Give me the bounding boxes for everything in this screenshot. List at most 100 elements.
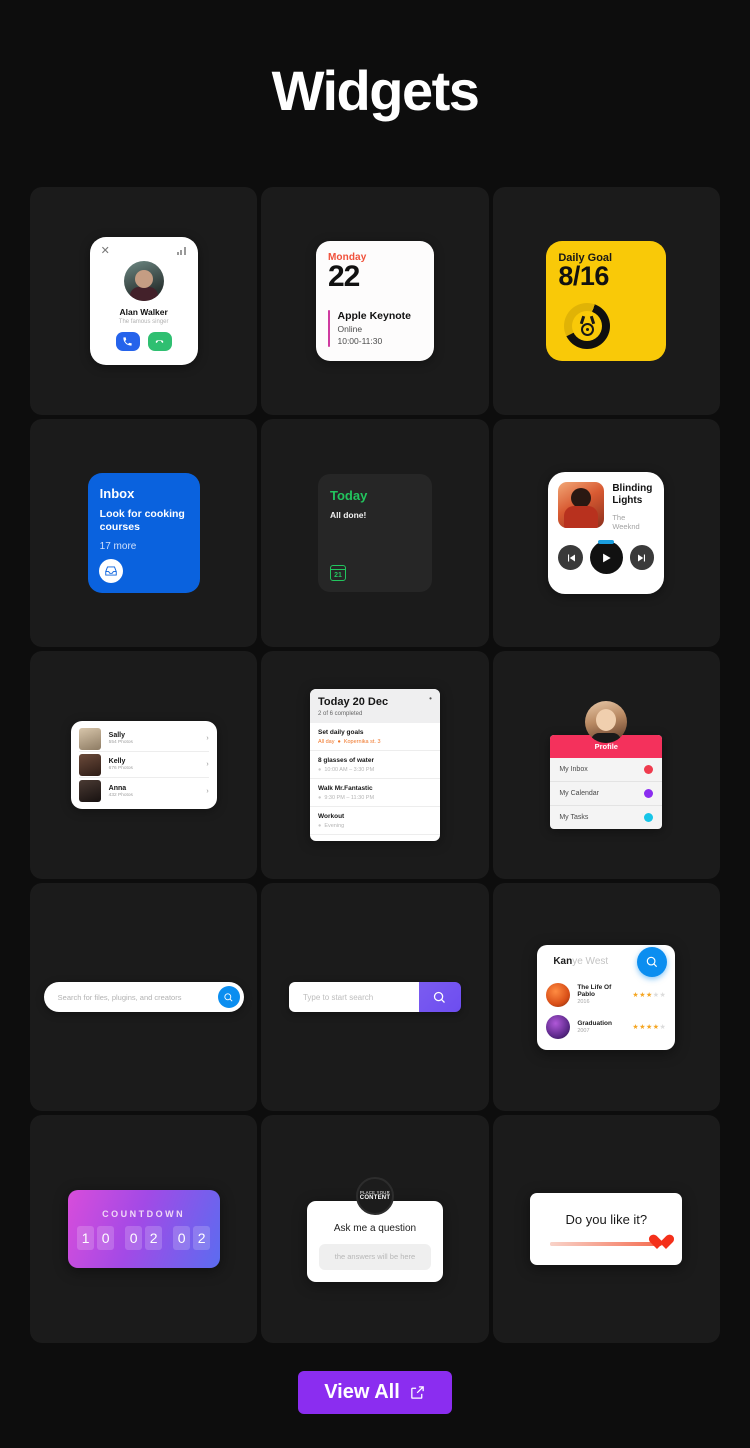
today-status: All done! bbox=[329, 510, 367, 520]
call-top-bar: ✕ bbox=[98, 246, 190, 258]
tasks-header: Today 20 Dec 2 of 6 completed • bbox=[309, 689, 440, 723]
call-contact-subtitle: The famous singer bbox=[118, 319, 169, 325]
like-question: Do you like it? bbox=[565, 1212, 648, 1227]
event-time: 10:00-11:30 bbox=[337, 335, 383, 346]
phone-hangup-icon bbox=[155, 340, 164, 343]
search-button[interactable] bbox=[217, 986, 240, 1008]
menu-label: My Tasks bbox=[559, 814, 589, 821]
task-row[interactable]: 8 glasses of water ● 10:00 AM – 3:30 PM bbox=[309, 751, 440, 779]
widgets-grid: ✕ Alan Walker The famous singer Monday 2… bbox=[30, 187, 720, 1343]
task-row[interactable]: Walk Mr.Fantastic ● 9:30 PM – 11:30 PM bbox=[309, 779, 440, 807]
calendar-badge-icon bbox=[644, 789, 654, 798]
widget-cell-photos[interactable]: Sally 554 Photos › Kelly 676 Photos › An… bbox=[30, 651, 258, 879]
calendar-event[interactable]: Apple Keynote Online 10:00-11:30 bbox=[327, 309, 423, 348]
music-player-widget[interactable]: Blinding Lights The Weeknd bbox=[548, 472, 665, 594]
widget-cell-countdown[interactable]: COUNTDOWN 1 0 0 2 0 2 bbox=[30, 1115, 258, 1343]
play-icon bbox=[603, 553, 611, 562]
view-all-button[interactable]: View All bbox=[298, 1371, 452, 1414]
close-icon[interactable]: ✕ bbox=[98, 246, 110, 257]
widget-cell-call[interactable]: ✕ Alan Walker The famous singer bbox=[30, 187, 258, 415]
more-horizontal-icon[interactable]: • bbox=[429, 695, 432, 703]
chevron-right-icon[interactable]: › bbox=[206, 735, 208, 742]
widget-cell-tasks[interactable]: Today 20 Dec 2 of 6 completed • Set dail… bbox=[261, 651, 489, 879]
search-icon bbox=[434, 991, 446, 1003]
widget-cell-like[interactable]: Do you like it? bbox=[492, 1115, 720, 1343]
inbox-widget[interactable]: Inbox Look for cooking courses 17 more bbox=[87, 473, 200, 593]
result-title: Graduation bbox=[577, 1019, 612, 1027]
decline-call-button[interactable] bbox=[147, 332, 172, 351]
photo-album-name: Sally bbox=[108, 732, 126, 739]
photos-list-widget[interactable]: Sally 554 Photos › Kelly 676 Photos › An… bbox=[70, 721, 217, 809]
list-item[interactable]: Kelly 676 Photos › bbox=[78, 752, 209, 778]
search-suggestion-text: ye West bbox=[572, 956, 609, 967]
countdown-digit: 0 bbox=[173, 1225, 191, 1250]
countdown-digit: 2 bbox=[145, 1225, 163, 1250]
widget-cell-music[interactable]: Blinding Lights The Weeknd bbox=[492, 419, 720, 647]
widget-cell-search-pill[interactable]: Search for files, plugins, and creators bbox=[30, 883, 258, 1111]
list-item[interactable]: Sally 554 Photos › bbox=[78, 726, 209, 752]
call-contact-name: Alan Walker bbox=[119, 307, 168, 317]
search-input[interactable]: Search for files, plugins, and creators bbox=[58, 993, 218, 1002]
search-bar[interactable]: Kanye West bbox=[537, 945, 675, 979]
widget-cell-search-suggest[interactable]: Kanye West The Life Of Pablo 2016 ★★★★★ bbox=[492, 883, 720, 1111]
heart-icon[interactable] bbox=[649, 1235, 666, 1250]
play-button[interactable] bbox=[590, 540, 623, 574]
list-item[interactable]: Anna 432 Photos › bbox=[78, 778, 209, 804]
countdown-widget[interactable]: COUNTDOWN 1 0 0 2 0 2 bbox=[67, 1190, 220, 1268]
widget-cell-daily-goal[interactable]: Daily Goal 8/16 bbox=[492, 187, 720, 415]
skip-forward-icon bbox=[637, 554, 645, 561]
search-box-widget[interactable]: Type to start search bbox=[288, 982, 461, 1012]
task-row[interactable]: Set daily goals All day ● Kopernika st. … bbox=[309, 723, 440, 751]
photo-thumbnail bbox=[78, 780, 101, 802]
countdown-digit: 1 bbox=[77, 1225, 95, 1250]
answer-input[interactable]: the answers will be here bbox=[318, 1243, 431, 1270]
signal-bars-icon bbox=[177, 246, 190, 255]
skip-back-icon bbox=[567, 554, 575, 561]
photo-thumbnail bbox=[78, 727, 101, 750]
today-widget[interactable]: Today All done! 21 bbox=[317, 474, 432, 592]
countdown-digits: 1 0 0 2 0 2 bbox=[77, 1225, 211, 1250]
search-icon bbox=[647, 956, 658, 967]
search-suggest-widget[interactable]: Kanye West The Life Of Pablo 2016 ★★★★★ bbox=[537, 944, 676, 1050]
album-art bbox=[558, 482, 605, 528]
previous-track-button[interactable] bbox=[558, 545, 584, 570]
widget-cell-calendar[interactable]: Monday 22 Apple Keynote Online 10:00-11:… bbox=[261, 187, 489, 415]
avatar[interactable] bbox=[585, 701, 628, 743]
widget-cell-search-box[interactable]: Type to start search bbox=[261, 883, 489, 1111]
widget-cell-ask[interactable]: PLACE YOUR CONTENT Ask me a question the… bbox=[261, 1115, 489, 1343]
call-widget[interactable]: ✕ Alan Walker The famous singer bbox=[89, 237, 198, 365]
accept-call-button[interactable] bbox=[115, 332, 140, 351]
profile-menu-widget[interactable]: Profile My Inbox My Calendar My Tasks bbox=[550, 701, 663, 829]
task-name: Set daily goals bbox=[317, 729, 364, 736]
daily-goal-widget[interactable]: Daily Goal 8/16 bbox=[546, 241, 667, 361]
photo-album-name: Kelly bbox=[108, 758, 126, 765]
result-year: 2007 bbox=[577, 1027, 590, 1034]
profile-menu-item-tasks[interactable]: My Tasks bbox=[550, 806, 662, 829]
widget-cell-inbox[interactable]: Inbox Look for cooking courses 17 more bbox=[30, 419, 258, 647]
result-year: 2016 bbox=[577, 999, 590, 1005]
inbox-message: Look for cooking courses bbox=[99, 508, 185, 534]
search-pill-widget[interactable]: Search for files, plugins, and creators bbox=[43, 982, 244, 1012]
chevron-right-icon[interactable]: › bbox=[206, 788, 208, 795]
tasks-widget[interactable]: Today 20 Dec 2 of 6 completed • Set dail… bbox=[309, 689, 440, 841]
widget-cell-today[interactable]: Today All done! 21 bbox=[261, 419, 489, 647]
calendar-widget[interactable]: Monday 22 Apple Keynote Online 10:00-11:… bbox=[315, 241, 434, 361]
like-widget[interactable]: Do you like it? bbox=[530, 1193, 683, 1265]
ask-widget[interactable]: PLACE YOUR CONTENT Ask me a question the… bbox=[306, 1176, 443, 1282]
task-place: Kopernika st. 3 bbox=[343, 739, 381, 745]
search-input[interactable]: Type to start search bbox=[288, 982, 419, 1012]
search-result-row[interactable]: The Life Of Pablo 2016 ★★★★★ bbox=[537, 979, 675, 1011]
menu-label: My Calendar bbox=[559, 790, 599, 797]
search-typed-text[interactable]: Kan bbox=[553, 956, 572, 967]
widget-cell-profile[interactable]: Profile My Inbox My Calendar My Tasks bbox=[492, 651, 720, 879]
profile-menu-item-calendar[interactable]: My Calendar bbox=[550, 782, 663, 806]
chevron-right-icon[interactable]: › bbox=[206, 761, 208, 768]
search-button[interactable] bbox=[418, 982, 461, 1012]
profile-menu-item-inbox[interactable]: My Inbox bbox=[550, 758, 663, 782]
next-track-button[interactable] bbox=[629, 545, 655, 570]
like-slider[interactable] bbox=[550, 1242, 663, 1246]
task-row[interactable]: Workout ● Evening bbox=[309, 807, 440, 835]
search-button[interactable] bbox=[637, 946, 668, 977]
avatar-line-2: CONTENT bbox=[359, 1195, 391, 1201]
search-result-row[interactable]: Graduation 2007 ★★★★★ bbox=[537, 1011, 675, 1043]
